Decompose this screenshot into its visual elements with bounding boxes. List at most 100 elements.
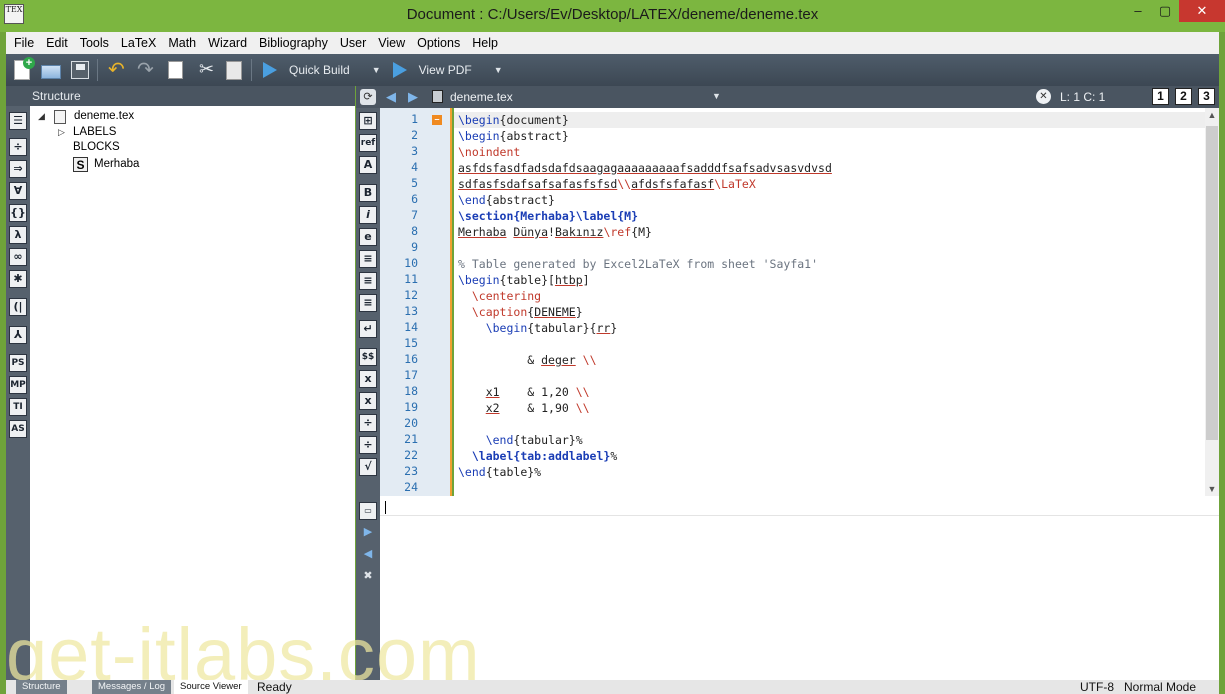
menu-view[interactable]: View [372,36,411,50]
relation-symbols-icon[interactable]: ÷ [9,138,27,156]
quick-build-run-icon[interactable] [259,57,285,83]
scroll-up-icon[interactable]: ▲ [1205,108,1219,122]
tree-expand-icon[interactable]: ▷ [58,127,65,138]
new-line-icon[interactable]: ↵ [359,320,377,338]
favorites-icon[interactable]: ✱ [9,270,27,288]
italic-icon[interactable]: i [359,206,377,224]
open-folder-icon[interactable] [38,57,64,83]
code-line[interactable]: \noindent [458,144,520,160]
display-math-icon[interactable]: $$ [359,348,377,366]
menu-edit[interactable]: Edit [40,36,74,50]
tab-structure[interactable]: Structure [16,680,67,694]
next-document-icon[interactable]: ▶ [408,89,418,105]
code-line[interactable]: x2 & 1,90 \\ [458,400,590,416]
align-right-icon[interactable]: ≡ [359,294,377,312]
terminal-icon[interactable]: ▭ [359,502,377,520]
fraction-icon[interactable]: ÷ [359,414,377,432]
document-tab[interactable]: deneme.tex [450,90,513,104]
code-line[interactable]: \begin{table}[htbp] [458,272,590,288]
sync-icon[interactable]: ⟳ [360,89,376,105]
encoding-indicator[interactable]: UTF-8 [1080,680,1114,694]
code-line[interactable]: asfdsfasdfadsdafdsaagagaaaaaaaaafsadddfs… [458,160,832,176]
tikz-icon[interactable]: TI [9,398,27,416]
emphasis-icon[interactable]: e [359,228,377,246]
menu-wizard[interactable]: Wizard [202,36,253,50]
close-document-icon[interactable]: ✕ [1036,89,1051,104]
menu-math[interactable]: Math [162,36,202,50]
next-error-icon[interactable]: ▶ [359,524,377,542]
align-left-icon[interactable]: ≡ [359,250,377,268]
code-line[interactable]: \label{tab:addlabel}% [458,448,617,464]
metapost-icon[interactable]: MP [9,376,27,394]
undo-icon[interactable]: ↶ [105,57,131,83]
delimiters-icon[interactable]: {} [9,204,27,222]
quick-build-dropdown-icon[interactable]: ▼ [372,65,381,75]
user-symbols-icon[interactable]: ⅄ [9,326,27,344]
tree-collapse-icon[interactable]: ◢ [38,111,45,122]
menu-latex[interactable]: LaTeX [115,36,162,50]
bold-icon[interactable]: B [359,184,377,202]
code-line[interactable]: \section{Merhaba}\label{M} [458,208,638,224]
code-editor[interactable]: \begin{document} \begin{abstract} \noind… [454,108,1205,496]
log-input-field[interactable] [380,496,1219,516]
minimize-button[interactable]: – [1125,0,1151,22]
code-line[interactable]: \end{tabular}% [458,432,583,448]
square-root-icon[interactable]: √ [359,458,377,476]
pstricks-icon[interactable]: PS [9,354,27,372]
misc-symbols-icon[interactable]: ∀ [9,182,27,200]
tree-item-section[interactable]: Merhaba [94,158,139,170]
paste-icon[interactable] [221,57,247,83]
font-size-icon[interactable]: A [359,156,377,174]
fold-toggle-icon[interactable]: – [432,115,442,125]
tree-item-file[interactable]: deneme.tex [74,110,134,122]
tree-item-labels[interactable]: LABELS [73,126,116,138]
tab-messages-log[interactable]: Messages / Log [92,680,172,694]
asymptote-icon[interactable]: AS [9,420,27,438]
menu-tools[interactable]: Tools [74,36,115,50]
code-line[interactable]: % Table generated by Excel2LaTeX from sh… [458,256,818,272]
structure-view-icon[interactable]: ☰ [9,112,27,130]
code-line[interactable]: \centering [458,288,541,304]
arrow-symbols-icon[interactable]: ⇒ [9,160,27,178]
view-pdf-dropdown-icon[interactable]: ▼ [494,65,503,75]
menu-user[interactable]: User [334,36,372,50]
previous-error-icon[interactable]: ◀ [359,546,377,564]
menu-file[interactable]: File [8,36,40,50]
align-center-icon[interactable]: ≡ [359,272,377,290]
greek-letters-icon[interactable]: λ [9,226,27,244]
code-line[interactable]: \begin{tabular}{rr} [458,320,618,336]
copy-icon[interactable] [163,57,189,83]
code-line[interactable]: & deger \\ [458,352,596,368]
code-line[interactable]: \end{abstract} [458,192,555,208]
ref-icon[interactable]: ref [359,134,377,152]
close-button[interactable]: ✕ [1179,0,1225,22]
view-pdf-label[interactable]: View PDF [419,63,472,77]
view-three-button[interactable]: 3 [1198,88,1215,105]
menu-bibliography[interactable]: Bibliography [253,36,334,50]
menu-help[interactable]: Help [466,36,504,50]
code-line[interactable]: \begin{document} [458,112,569,128]
left-right-delimiters-icon[interactable]: (| [9,298,27,316]
code-line[interactable]: Merhaba Dünya!Bakınız\ref{M} [458,224,652,240]
cut-icon[interactable]: ✂ [192,57,218,83]
view-pdf-run-icon[interactable] [389,57,415,83]
tree-item-blocks[interactable]: BLOCKS [73,141,120,153]
code-line[interactable]: x1 & 1,20 \\ [458,384,590,400]
redo-icon[interactable]: ↷ [134,57,160,83]
maximize-button[interactable]: ▢ [1152,0,1178,22]
view-one-button[interactable]: 1 [1152,88,1169,105]
superscript-icon[interactable]: x [359,392,377,410]
message-log-pane[interactable] [380,496,1219,680]
menu-options[interactable]: Options [411,36,466,50]
code-line[interactable]: sdfasfsdafsafsafasfsfsd\\afdsfsfafasf\La… [458,176,756,192]
code-line[interactable]: \caption{DENEME} [458,304,583,320]
most-used-symbols-icon[interactable]: ∞ [9,248,27,266]
new-file-icon[interactable]: + [9,57,35,83]
code-line[interactable]: \end{table}% [458,464,541,480]
dfrac-icon[interactable]: ÷ [359,436,377,454]
stop-process-icon[interactable]: ✖ [359,568,377,586]
save-icon[interactable] [67,57,93,83]
subscript-icon[interactable]: x [359,370,377,388]
code-line[interactable]: \begin{abstract} [458,128,569,144]
quick-build-label[interactable]: Quick Build [289,63,350,77]
